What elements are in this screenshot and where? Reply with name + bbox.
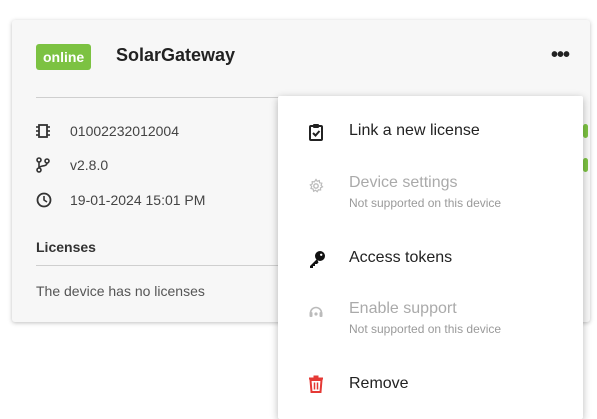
menu-item-device-settings[interactable]: Device settings Not supported on this de…: [278, 168, 583, 224]
version-row: v2.8.0: [36, 155, 108, 175]
menu-item-access-tokens[interactable]: Access tokens: [278, 236, 583, 282]
licenses-title: Licenses: [36, 239, 96, 255]
no-licenses-text: The device has no licenses: [36, 283, 205, 299]
device-actions-menu: Link a new license Device settings Not s…: [278, 96, 583, 419]
gear-icon: [308, 178, 326, 196]
menu-item-sublabel: Not supported on this device: [349, 322, 502, 336]
status-indicator: [583, 158, 588, 172]
menu-item-label: Access tokens: [349, 249, 453, 266]
menu-item-label: Link a new license: [349, 122, 480, 139]
menu-item-sublabel: Not supported on this device: [349, 196, 502, 210]
menu-item-label: Device settings: [349, 174, 458, 191]
clipboard-icon: [308, 123, 326, 141]
more-options-button[interactable]: •••: [548, 45, 572, 66]
menu-item-link-license[interactable]: Link a new license: [278, 108, 583, 156]
trash-icon: [308, 375, 326, 393]
timestamp-row: 19-01-2024 15:01 PM: [36, 190, 205, 210]
menu-item-remove[interactable]: Remove: [278, 362, 583, 408]
firmware-version: v2.8.0: [70, 157, 109, 173]
last-seen-timestamp: 19-01-2024 15:01 PM: [70, 192, 206, 208]
device-name: SolarGateway: [116, 45, 236, 65]
menu-item-enable-support[interactable]: Enable support Not supported on this dev…: [278, 294, 583, 350]
key-icon: [308, 250, 326, 268]
status-badge: online: [36, 44, 92, 70]
branch-icon: [36, 157, 56, 173]
chip-icon: [36, 123, 56, 139]
menu-item-label: Enable support: [349, 300, 457, 317]
serial-row: 01002232012004: [36, 121, 179, 141]
device-card-header: online SolarGateway •••: [36, 42, 578, 76]
clock-icon: [36, 192, 56, 208]
menu-item-label: Remove: [349, 375, 409, 392]
status-indicator: [583, 124, 588, 138]
serial-number: 01002232012004: [70, 123, 180, 139]
support-icon: [308, 304, 326, 322]
